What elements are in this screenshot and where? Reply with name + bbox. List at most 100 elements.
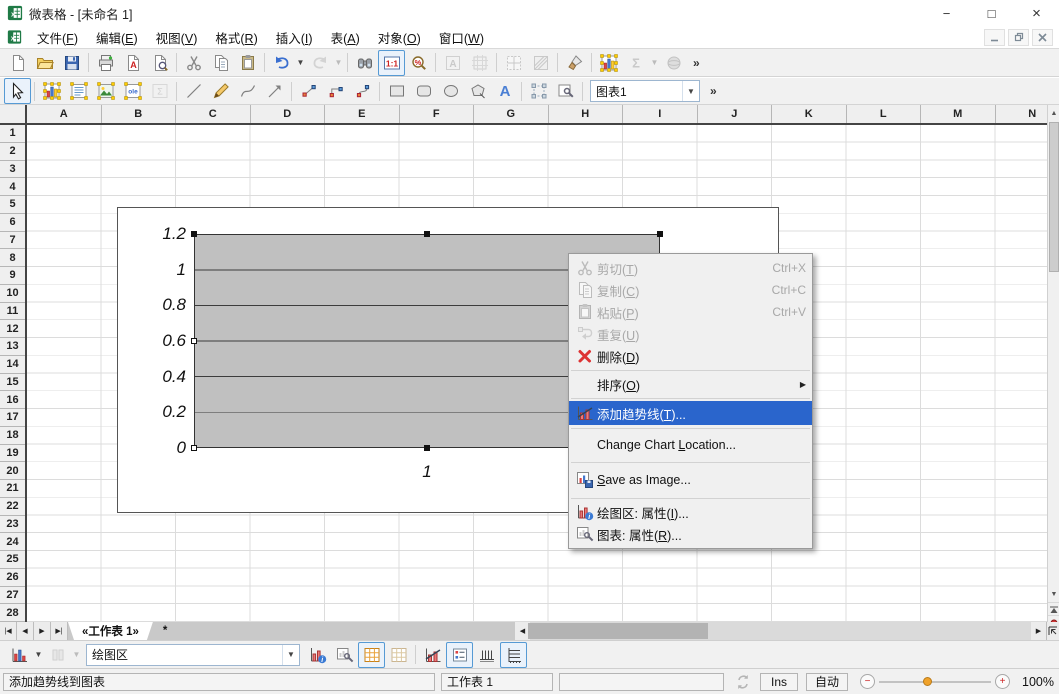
menu-item-8[interactable]: 窗口(W) [430,26,493,49]
resize-object-button[interactable] [525,78,552,104]
scroll-right-button[interactable]: ▶ [1031,622,1046,640]
zoom-one-to-one-button[interactable]: 1:1 [378,50,405,76]
select-arrow-button[interactable] [4,78,31,104]
column-header-L[interactable]: L [847,105,922,123]
row-header-16[interactable]: 16 [0,391,25,409]
calc-mode-indicator[interactable]: 自动 [806,673,848,691]
context-menu-item[interactable]: 删除(D) [569,345,812,367]
print-preview-button[interactable] [146,50,173,76]
arrow-button[interactable] [261,78,288,104]
column-header-B[interactable]: B [102,105,177,123]
scroll-to-cursor-button[interactable] [1046,622,1059,640]
menu-item-7[interactable]: 对象(O) [369,26,430,49]
new-document-button[interactable] [4,50,31,76]
copy-button[interactable] [207,50,234,76]
row-header-9[interactable]: 9 [0,267,25,285]
export-pdf-button[interactable]: A [119,50,146,76]
row-header-22[interactable]: 22 [0,498,25,516]
zoom-slider-handle[interactable] [923,677,932,686]
row-header-24[interactable]: 24 [0,533,25,551]
menu-item-1[interactable]: 文件(F) [28,26,87,49]
context-menu-item[interactable]: 图表: 属性(R)... [569,523,812,545]
line-button[interactable] [180,78,207,104]
chart-element-selector[interactable]: 绘图区▼ [86,644,300,666]
curve-button[interactable] [234,78,261,104]
rounded-rectangle-button[interactable] [410,78,437,104]
connector-straight-button[interactable] [295,78,322,104]
column-header-G[interactable]: G [474,105,549,123]
close-button[interactable]: × [1014,0,1059,26]
column-header-I[interactable]: I [623,105,698,123]
chevron-down-icon[interactable]: ▼ [682,81,699,101]
column-header-J[interactable]: J [698,105,773,123]
fontwork-button[interactable]: A [491,78,518,104]
menu-item-6[interactable]: 表(A) [322,26,369,49]
save-button[interactable] [58,50,85,76]
cut-button[interactable] [180,50,207,76]
show-legend-button[interactable] [446,642,473,668]
vertical-scrollbar[interactable]: ▲ ▼ [1047,105,1059,641]
selection-handle[interactable] [424,231,430,237]
pencil-button[interactable] [207,78,234,104]
open-folder-button[interactable] [31,50,58,76]
chevron-down-icon[interactable]: ▼ [282,645,299,665]
ellipse-button[interactable] [437,78,464,104]
row-header-26[interactable]: 26 [0,569,25,587]
row-header-5[interactable]: 5 [0,196,25,214]
selection-handle[interactable] [657,231,663,237]
row-header-3[interactable]: 3 [0,161,25,179]
insert-trendline-button[interactable] [419,642,446,668]
zoom-level[interactable]: 100% [1022,675,1054,689]
chevron-down-icon[interactable]: ▼ [33,643,44,667]
scroll-down-button[interactable]: ▼ [1048,586,1059,602]
menu-item-2[interactable]: 编辑(E) [87,26,147,49]
row-header-17[interactable]: 17 [0,409,25,427]
row-header-4[interactable]: 4 [0,178,25,196]
column-header-K[interactable]: K [772,105,847,123]
row-header-28[interactable]: 28 [0,604,25,622]
insert-mode-indicator[interactable]: Ins [760,673,798,691]
previous-sheet-button[interactable]: ◀ [17,622,34,640]
column-header-C[interactable]: C [176,105,251,123]
zoom-out-button[interactable]: − [860,674,875,689]
row-header-18[interactable]: 18 [0,427,25,445]
scroll-up-button[interactable]: ▲ [1048,105,1059,121]
find-button[interactable] [351,50,378,76]
next-sheet-button[interactable]: ▶ [34,622,51,640]
context-menu-item[interactable]: 排序(O)▶ [569,373,812,395]
maximize-button[interactable]: □ [969,0,1014,26]
last-sheet-button[interactable]: ▶| [51,622,68,640]
selection-handle[interactable] [424,445,430,451]
context-menu-item[interactable]: i绘图区: 属性(I)... [569,501,812,523]
zoom-percent-button[interactable]: % [405,50,432,76]
row-header-10[interactable]: 10 [0,285,25,303]
connector-elbow-button[interactable] [322,78,349,104]
menu-item-3[interactable]: 视图(V) [147,26,207,49]
jump-previous-button[interactable] [1048,602,1059,616]
column-header-M[interactable]: M [921,105,996,123]
print-button[interactable] [92,50,119,76]
undo-button[interactable] [268,50,295,76]
chart-frame-button[interactable] [38,78,65,104]
menu-item-5[interactable]: 插入(I) [267,26,322,49]
row-header-1[interactable]: 1 [0,125,25,143]
context-menu-item[interactable]: 添加趋势线(T)... [569,401,812,425]
column-header-H[interactable]: H [549,105,624,123]
rectangle-button[interactable] [383,78,410,104]
selection-handle[interactable] [191,338,197,344]
first-sheet-button[interactable]: |◀ [0,622,17,640]
column-header-A[interactable]: A [27,105,102,123]
object-properties-button[interactable] [552,78,579,104]
chevron-down-icon[interactable]: ▼ [295,51,306,75]
context-menu-item[interactable]: Save as Image... [569,465,812,495]
row-header-7[interactable]: 7 [0,232,25,250]
zoom-in-button[interactable]: + [995,674,1010,689]
context-menu-item[interactable]: Change Chart Location... [569,431,812,459]
sheet-tab-2[interactable]: * [153,622,177,640]
row-header-2[interactable]: 2 [0,143,25,161]
connector-curve-button[interactable] [349,78,376,104]
minimize-button[interactable]: − [924,0,969,26]
show-vertical-grid-button[interactable] [385,642,412,668]
row-header-25[interactable]: 25 [0,551,25,569]
column-header-D[interactable]: D [251,105,326,123]
